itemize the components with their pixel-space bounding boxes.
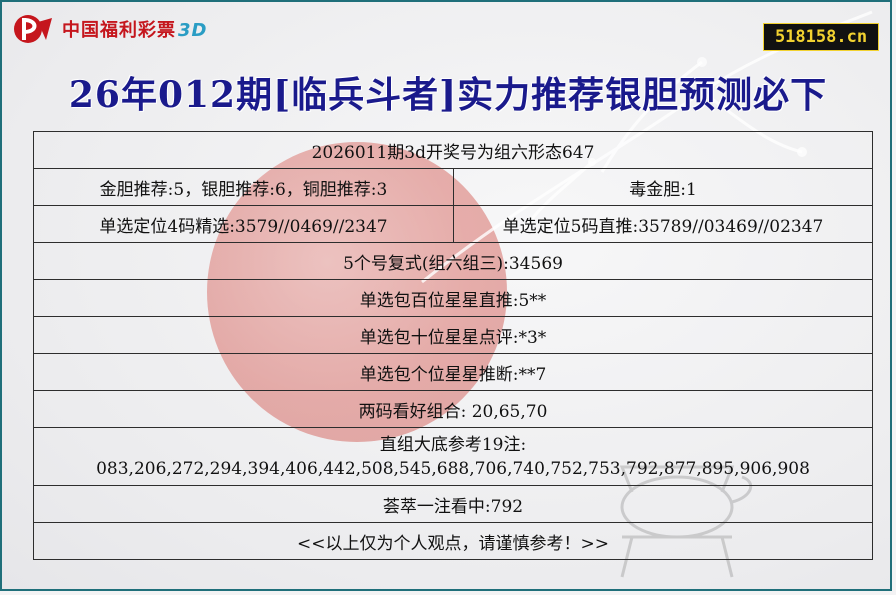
two-code-combo-cell: 两码看好组合: 20,65,70	[32, 390, 874, 428]
units-position-cell: 单选包个位星星推断:**7	[32, 353, 874, 391]
base-reference-title: 直组大底参考19注:	[379, 434, 527, 455]
site-badge[interactable]: 518158.cn	[763, 23, 879, 51]
logo-text: 中国福利彩票	[62, 20, 176, 41]
table-row: 单选定位4码精选:3579//0469//2347 单选定位5码直推:35789…	[33, 205, 874, 243]
table-row: <<以上仅为个人观点，请谨慎参考！>>	[32, 522, 874, 560]
table-row: 金胆推荐:5，银胆推荐:6，铜胆推荐:3 毒金胆:1	[33, 168, 874, 206]
lottery-logo: 中国福利彩票 3D	[12, 10, 207, 48]
table-row: 单选包个位星星推断:**7	[32, 353, 874, 391]
tens-position-cell: 单选包十位星星点评:*3*	[32, 316, 874, 354]
table-row: 5个号复式(组六组三):34569	[32, 242, 874, 280]
base-reference-values: 083,206,272,294,394,406,442,508,545,688,…	[96, 458, 810, 479]
poison-gall-cell: 毒金胆:1	[452, 168, 874, 206]
gall-recommend-cell: 金胆推荐:5，银胆推荐:6，铜胆推荐:3	[33, 168, 454, 206]
position-4-code-cell: 单选定位4码精选:3579//0469//2347	[33, 205, 454, 243]
disclaimer-cell: <<以上仅为个人观点，请谨慎参考！>>	[32, 522, 874, 560]
hundreds-position-cell: 单选包百位星星直推:5**	[32, 279, 874, 317]
welfare-lottery-icon	[14, 15, 52, 43]
single-pick-cell: 荟萃一注看中:792	[32, 485, 874, 523]
page-frame: 中国福利彩票 3D 518158.cn 26年012期[临兵斗者]实力推荐银胆预测…	[0, 0, 892, 591]
table-row: 单选包十位星星点评:*3*	[32, 316, 874, 354]
table-row: 直组大底参考19注: 083,206,272,294,394,406,442,5…	[32, 427, 874, 486]
table-row: 两码看好组合: 20,65,70	[32, 390, 874, 428]
logo-3d-text: 3D	[178, 20, 208, 41]
prediction-table: 2026011期3d开奖号为组六形态647 金胆推荐:5，银胆推荐:6，铜胆推荐…	[32, 131, 874, 560]
draw-result-cell: 2026011期3d开奖号为组六形态647	[32, 131, 874, 169]
page-title: 26年012期[临兵斗者]实力推荐银胆预测必下	[68, 74, 828, 116]
table-row: 荟萃一注看中:792	[32, 485, 874, 523]
table-row: 2026011期3d开奖号为组六形态647	[32, 131, 874, 169]
position-5-code-cell: 单选定位5码直推:35789//03469//02347	[452, 205, 874, 243]
compound-5-cell: 5个号复式(组六组三):34569	[32, 242, 874, 280]
base-reference-cell: 直组大底参考19注: 083,206,272,294,394,406,442,5…	[32, 427, 874, 486]
table-row: 单选包百位星星直推:5**	[32, 279, 874, 317]
